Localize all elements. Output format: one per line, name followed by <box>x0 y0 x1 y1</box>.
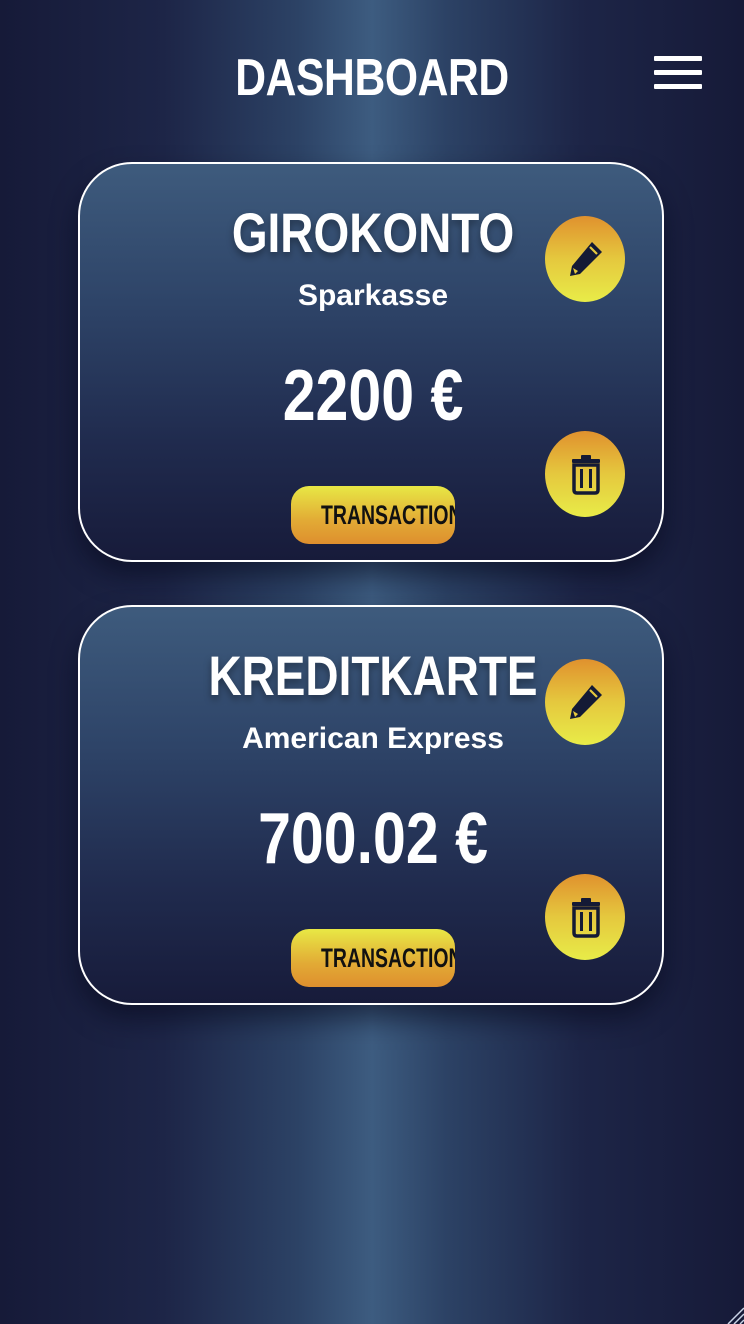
hamburger-menu-icon[interactable] <box>652 54 704 94</box>
menu-bar-bottom <box>654 84 702 89</box>
edit-account-button[interactable] <box>545 659 625 745</box>
transactions-button[interactable]: TRANSACTIONS <box>291 486 455 544</box>
account-balance: 2200 € <box>282 356 464 436</box>
delete-account-button[interactable] <box>545 874 625 960</box>
account-card-kreditkarte: KREDITKARTE American Express 700.02 € TR… <box>78 605 664 1005</box>
transactions-button-label: TRANSACTIONS <box>321 500 455 530</box>
pencil-icon <box>570 242 602 276</box>
pencil-icon <box>570 685 602 719</box>
account-balance: 700.02 € <box>258 799 488 879</box>
transactions-button-label: TRANSACTIONS <box>321 943 455 973</box>
resize-handle-icon[interactable] <box>724 1304 744 1324</box>
account-card-girokonto: GIROKONTO Sparkasse 2200 € TRANSACTIONS <box>78 162 664 562</box>
trash-icon <box>572 898 600 938</box>
menu-bar-middle <box>654 70 702 75</box>
transactions-button[interactable]: TRANSACTIONS <box>291 929 455 987</box>
trash-icon <box>572 455 600 495</box>
menu-bar-top <box>654 56 702 61</box>
edit-account-button[interactable] <box>545 216 625 302</box>
page-title: DASHBOARD <box>235 49 509 107</box>
header: DASHBOARD <box>0 0 744 150</box>
delete-account-button[interactable] <box>545 431 625 517</box>
account-name: KREDITKARTE <box>208 644 538 707</box>
account-name: GIROKONTO <box>231 201 515 264</box>
